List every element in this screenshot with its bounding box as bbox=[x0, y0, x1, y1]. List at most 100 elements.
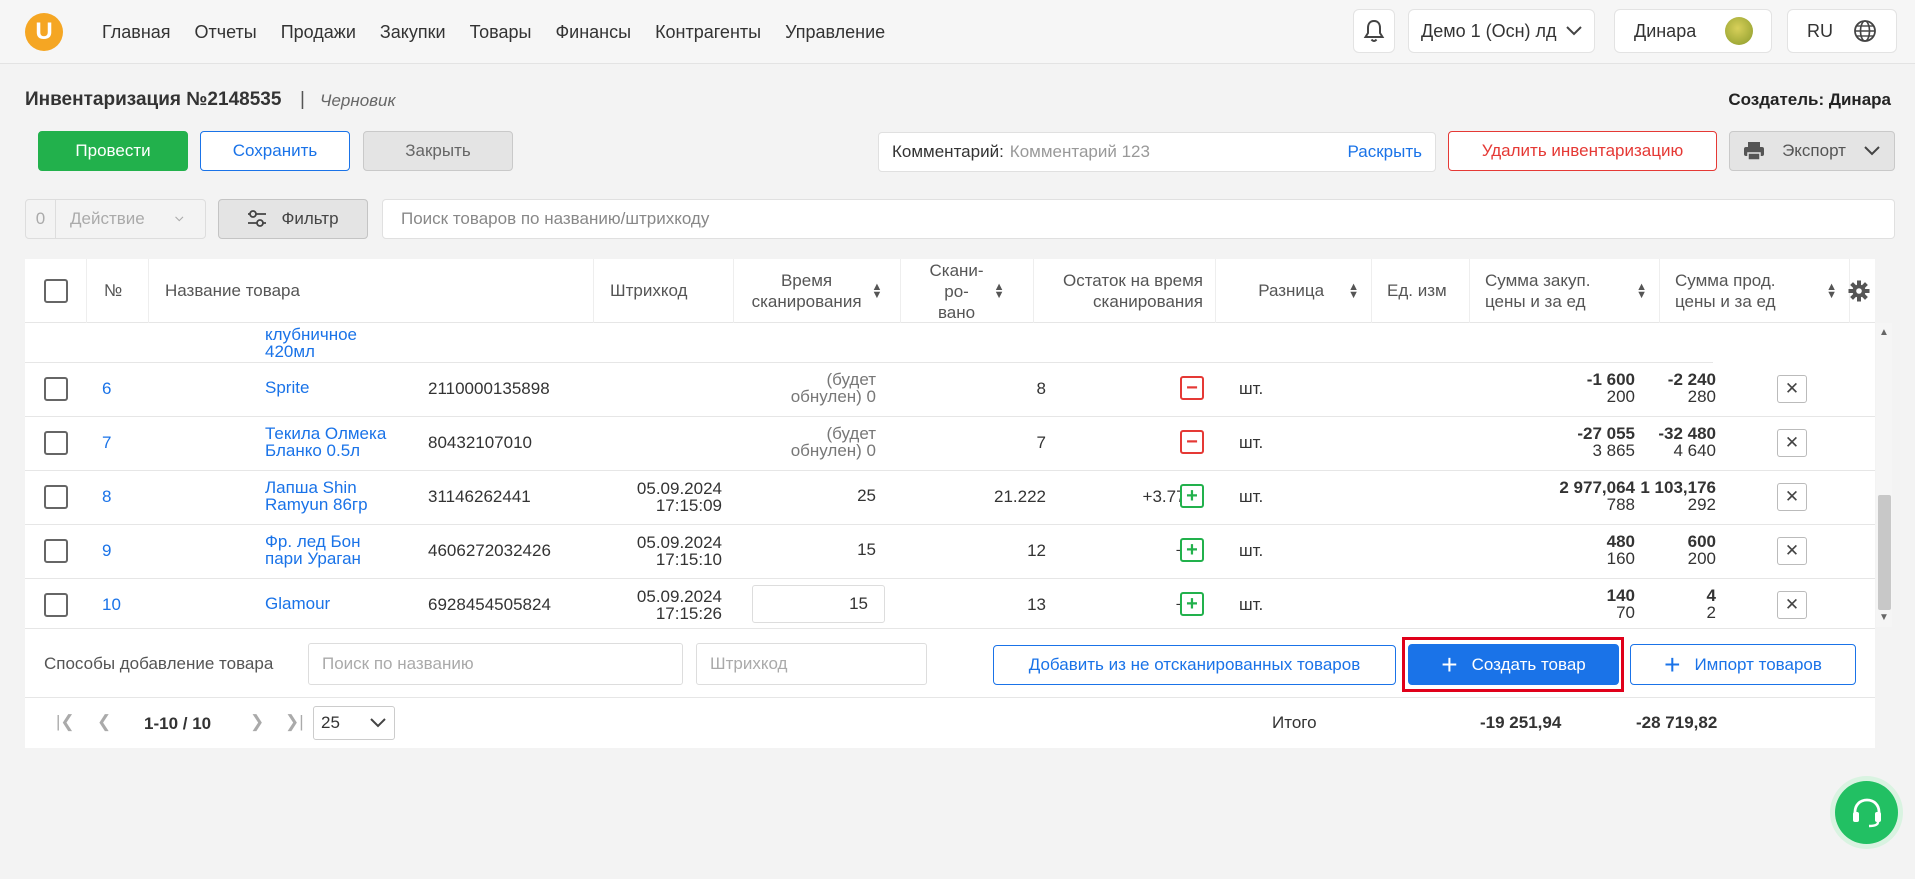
product-name-line2: пари Ураган bbox=[265, 549, 361, 568]
product-name-link[interactable]: Фр. лед Бон пари Ураган bbox=[265, 533, 361, 567]
product-name-link[interactable]: клубничное 420мл bbox=[265, 326, 357, 360]
nav-item-purchases[interactable]: Закупки bbox=[380, 22, 446, 43]
organization-select[interactable]: Демо 1 (Осн) лд bbox=[1408, 9, 1595, 53]
product-name-link[interactable]: Glamour bbox=[265, 595, 330, 612]
name-search-input[interactable]: Поиск по названию bbox=[308, 643, 683, 685]
last-page-icon[interactable]: ❯| bbox=[285, 712, 304, 732]
app-logo[interactable]: U bbox=[25, 13, 63, 51]
delete-inventory-button[interactable]: Удалить инвентаризацию bbox=[1448, 131, 1717, 171]
header-scan-time[interactable]: Время сканирования ▲ ▼ bbox=[734, 259, 901, 323]
product-search-input[interactable]: Поиск товаров по названию/штрихкоду bbox=[382, 199, 1895, 239]
remove-row-button[interactable]: ✕ bbox=[1777, 591, 1807, 619]
notifications-button[interactable] bbox=[1353, 9, 1395, 53]
import-products-button[interactable]: + Импорт товаров bbox=[1630, 644, 1856, 685]
nav-item-reports[interactable]: Отчеты bbox=[195, 22, 257, 43]
selected-count: 0 bbox=[26, 200, 56, 238]
expand-link[interactable]: Раскрыть bbox=[1348, 142, 1422, 162]
select-all-checkbox[interactable] bbox=[43, 279, 68, 303]
add-methods-label: Способы добавление товара bbox=[44, 654, 274, 673]
sale-unit: 4 640 bbox=[1673, 441, 1716, 460]
run-button[interactable]: Провести bbox=[38, 131, 188, 171]
nav-item-sales[interactable]: Продажи bbox=[281, 22, 356, 43]
header-diff[interactable]: Разница ▲ ▼ bbox=[1216, 259, 1372, 323]
language-select[interactable]: RU bbox=[1787, 9, 1897, 53]
sale-unit: 2 bbox=[1706, 603, 1716, 622]
header-purchase[interactable]: Сумма закуп. цены и за ед ▲ ▼ bbox=[1470, 259, 1660, 323]
export-button[interactable]: Экспорт bbox=[1729, 131, 1895, 171]
user-name: Динара bbox=[1634, 20, 1697, 41]
remove-row-button[interactable]: ✕ bbox=[1777, 375, 1807, 403]
sort-icon: ▲ ▼ bbox=[871, 281, 883, 301]
prev-page-icon[interactable]: ❮ bbox=[97, 712, 111, 732]
scanned-qty-input[interactable]: 15 bbox=[752, 585, 885, 623]
barcode-input[interactable]: Штрихкод bbox=[696, 643, 927, 685]
header-select-all[interactable] bbox=[25, 259, 87, 323]
row-number-link[interactable]: 8 bbox=[102, 487, 111, 507]
nav-item-finance[interactable]: Финансы bbox=[555, 22, 631, 43]
row-number-link[interactable]: 7 bbox=[102, 433, 111, 453]
barcode-value: 6928454505824 bbox=[428, 595, 551, 614]
header-sale[interactable]: Сумма прод. цены и за ед ▲ ▼ bbox=[1660, 259, 1850, 323]
row-checkbox[interactable] bbox=[44, 539, 68, 563]
scanned-value: обнулен) 0 bbox=[790, 441, 876, 460]
row-checkbox[interactable] bbox=[44, 431, 68, 455]
product-name-link[interactable]: Sprite bbox=[265, 379, 309, 396]
create-product-button[interactable]: + Создать товар bbox=[1408, 644, 1619, 685]
comment-field[interactable]: Комментарий: Комментарий 123 Раскрыть bbox=[878, 132, 1436, 172]
add-unscanned-button[interactable]: Добавить из не отсканированных товаров bbox=[993, 645, 1396, 685]
scroll-up-icon[interactable]: ▲ bbox=[1879, 327, 1889, 338]
row-checkbox[interactable] bbox=[44, 485, 68, 509]
next-page-icon[interactable]: ❯ bbox=[250, 712, 264, 732]
user-menu[interactable]: Динара bbox=[1614, 9, 1772, 53]
headset-icon bbox=[1852, 798, 1881, 827]
gear-icon[interactable] bbox=[1848, 280, 1870, 302]
page-size-select[interactable]: 25 bbox=[313, 706, 395, 740]
bulk-action-select[interactable]: 0 Действие bbox=[25, 199, 206, 239]
header-stock-line2: сканирования bbox=[1093, 292, 1203, 311]
scroll-down-icon[interactable]: ▼ bbox=[1879, 612, 1889, 623]
close-button[interactable]: Закрыть bbox=[363, 131, 513, 171]
barcode-value: 31146262441 bbox=[428, 487, 531, 506]
header-scanned-line1: Скани- bbox=[929, 260, 984, 280]
diff-adjust-icon[interactable]: − bbox=[1180, 376, 1214, 410]
row-checkbox[interactable] bbox=[44, 377, 68, 401]
filter-button[interactable]: Фильтр bbox=[218, 199, 368, 239]
row-number-link[interactable]: 10 bbox=[102, 595, 121, 615]
support-chat-button[interactable] bbox=[1835, 781, 1898, 844]
scan-clock: 17:15:10 bbox=[655, 550, 722, 569]
sliders-icon bbox=[248, 210, 267, 227]
scrollbar-thumb[interactable] bbox=[1878, 495, 1891, 610]
unit-value: шт. bbox=[1239, 379, 1264, 398]
row-number-link[interactable]: 9 bbox=[102, 541, 111, 561]
header-name: Название товара bbox=[149, 259, 594, 323]
unit-value: шт. bbox=[1239, 541, 1264, 560]
save-button[interactable]: Сохранить bbox=[200, 131, 350, 171]
remove-row-button[interactable]: ✕ bbox=[1777, 537, 1807, 565]
unit-value: шт. bbox=[1239, 487, 1264, 506]
nav-item-contractors[interactable]: Контрагенты bbox=[655, 22, 761, 43]
diff-adjust-icon[interactable]: + bbox=[1180, 484, 1214, 518]
product-name-link[interactable]: Лапша Shin Ramyun 86гр bbox=[265, 479, 368, 513]
remove-row-button[interactable]: ✕ bbox=[1777, 429, 1807, 457]
nav-item-management[interactable]: Управление bbox=[785, 22, 885, 43]
scanned-qty: (будет обнулен) 0 bbox=[735, 371, 876, 405]
header-purchase-line1: Сумма закуп. bbox=[1485, 271, 1591, 290]
first-page-icon[interactable]: |❮ bbox=[56, 712, 75, 732]
page-title: Инвентаризация №2148535 bbox=[25, 89, 282, 110]
row-number-link[interactable]: 6 bbox=[102, 379, 111, 399]
header-scanned[interactable]: Скани-ро-вано ▲ ▼ bbox=[901, 259, 1034, 323]
diff-adjust-icon[interactable]: + bbox=[1180, 538, 1214, 572]
nav-item-products[interactable]: Товары bbox=[470, 22, 532, 43]
remove-row-button[interactable]: ✕ bbox=[1777, 483, 1807, 511]
product-name-link[interactable]: Текила Олмека Бланко 0.5л bbox=[265, 425, 386, 459]
comment-label: Комментарий: bbox=[892, 142, 1004, 161]
comment-value[interactable]: Комментарий 123 bbox=[1010, 142, 1348, 162]
scan-time: 05.09.2024 17:15:26 bbox=[595, 588, 722, 622]
table-row: 7 Текила Олмека Бланко 0.5л 80432107010 (буд… bbox=[25, 417, 1875, 471]
diff-value: +3.778 bbox=[1142, 487, 1195, 506]
diff-adjust-icon[interactable]: − bbox=[1180, 430, 1214, 464]
row-checkbox[interactable] bbox=[44, 593, 68, 617]
nav-item-home[interactable]: Главная bbox=[102, 22, 171, 43]
diff-adjust-icon[interactable]: + bbox=[1180, 592, 1214, 626]
header-stock: Остаток на время сканирования bbox=[1034, 259, 1216, 323]
